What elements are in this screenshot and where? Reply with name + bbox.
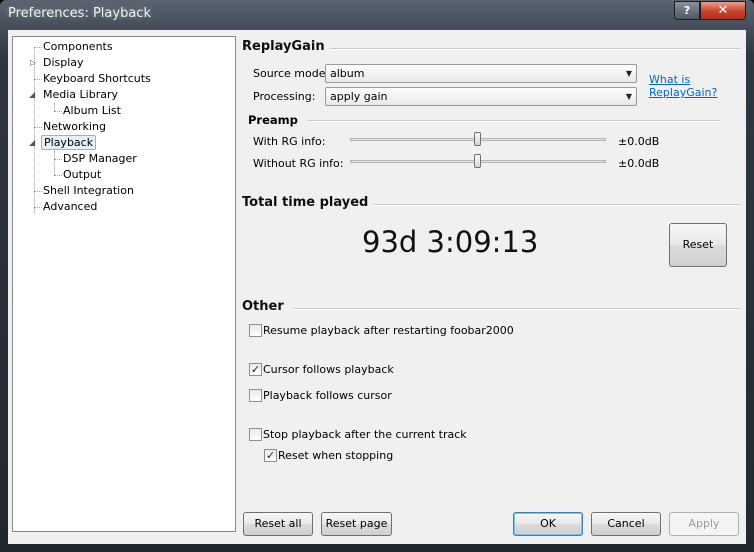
preferences-tree[interactable]: Components ▷ Display Keyboard Shortcuts …	[12, 36, 236, 532]
tree-item-shell-integration[interactable]: Shell Integration	[43, 183, 134, 199]
tree-guide-line	[34, 207, 42, 208]
title-bar[interactable]: Preferences: Playback ? ✕	[0, 0, 754, 30]
preamp-heading: Preamp	[248, 113, 298, 127]
resume-playback-checkbox[interactable]	[249, 324, 262, 337]
total-time-value: 93d 3:09:13	[362, 225, 539, 259]
cursor-follows-playback-label: Cursor follows playback	[263, 363, 394, 376]
reset-when-stopping-label: Reset when stopping	[278, 449, 394, 462]
tree-item-label: Keyboard Shortcuts	[43, 72, 151, 85]
tree-item-label: Networking	[43, 120, 106, 133]
tree-guide-line	[54, 175, 62, 176]
playback-follows-cursor-label: Playback follows cursor	[263, 389, 392, 402]
stop-after-current-checkbox[interactable]	[249, 428, 262, 441]
preferences-window: Preferences: Playback ? ✕ Components ▷ D…	[0, 0, 754, 552]
resume-playback-label: Resume playback after restarting foobar2…	[263, 324, 514, 337]
check-icon: ✓	[265, 449, 276, 462]
source-mode-label: Source mode:	[253, 67, 330, 80]
tree-item-label: Shell Integration	[43, 184, 134, 197]
close-icon: ✕	[717, 3, 729, 18]
help-button[interactable]: ?	[674, 1, 700, 20]
dialog-client-area: Components ▷ Display Keyboard Shortcuts …	[8, 30, 746, 544]
tree-guide-line	[34, 47, 42, 48]
tree-item-label: Output	[63, 168, 102, 181]
stop-after-current-label: Stop playback after the current track	[263, 428, 467, 441]
collapse-arrow-icon[interactable]: ◢	[29, 138, 35, 147]
tree-item-networking[interactable]: Networking	[43, 119, 106, 135]
source-mode-dropdown[interactable]: album ▼	[325, 64, 637, 83]
apply-button[interactable]: Apply	[669, 512, 739, 536]
tree-guide-line	[34, 127, 42, 128]
tree-guide-line	[34, 47, 35, 213]
tree-guide-line	[54, 159, 62, 160]
tree-item-playback[interactable]: Playback	[41, 135, 97, 151]
cancel-button[interactable]: Cancel	[591, 512, 661, 536]
chevron-down-icon: ▼	[625, 92, 632, 101]
with-rg-slider-thumb[interactable]	[474, 132, 481, 146]
total-time-heading: Total time played	[242, 195, 369, 210]
what-is-replaygain-link[interactable]: What is ReplayGain?	[649, 73, 717, 99]
tree-item-label: Playback	[41, 135, 97, 150]
reset-when-stopping-checkbox[interactable]: ✓	[264, 449, 277, 462]
tree-item-media-library[interactable]: Media Library	[43, 87, 118, 103]
section-divider	[308, 120, 720, 122]
reset-all-button[interactable]: Reset all	[243, 512, 313, 536]
without-rg-label: Without RG info:	[253, 157, 344, 170]
tree-guide-line	[34, 191, 42, 192]
with-rg-value: ±0.0dB	[618, 135, 660, 148]
tree-item-label: Display	[43, 56, 84, 69]
expand-arrow-icon[interactable]: ▷	[30, 58, 36, 67]
tree-item-label: Media Library	[43, 88, 118, 101]
ok-button[interactable]: OK	[513, 512, 583, 536]
tree-item-output[interactable]: Output	[63, 167, 101, 183]
tree-item-label: Album List	[63, 104, 121, 117]
tree-guide-line	[34, 79, 42, 80]
source-mode-value: album	[330, 67, 365, 80]
processing-label: Processing:	[253, 90, 316, 103]
tree-item-label: Advanced	[43, 200, 98, 213]
cursor-follows-playback-checkbox[interactable]: ✓	[249, 363, 262, 376]
chevron-down-icon: ▼	[625, 69, 632, 78]
playback-follows-cursor-checkbox[interactable]	[249, 389, 262, 402]
tree-guide-line	[54, 111, 62, 112]
tree-guide-line	[54, 151, 55, 175]
processing-value: apply gain	[330, 90, 388, 103]
reset-time-button[interactable]: Reset	[669, 223, 727, 267]
without-rg-value: ±0.0dB	[618, 157, 660, 170]
tree-item-label: Components	[43, 40, 113, 53]
other-heading: Other	[242, 299, 284, 314]
collapse-arrow-icon[interactable]: ◢	[29, 90, 35, 99]
tree-item-keyboard-shortcuts[interactable]: Keyboard Shortcuts	[43, 71, 151, 87]
tree-item-label: DSP Manager	[63, 152, 137, 165]
tree-item-display[interactable]: Display	[43, 55, 84, 71]
check-icon: ✓	[250, 363, 261, 376]
link-text-line: What is	[649, 73, 691, 86]
tree-guide-line	[54, 103, 55, 111]
section-divider	[374, 204, 740, 206]
close-button[interactable]: ✕	[700, 1, 746, 20]
reset-page-button[interactable]: Reset page	[321, 512, 392, 536]
without-rg-slider-thumb[interactable]	[474, 154, 481, 168]
window-title: Preferences: Playback	[8, 6, 151, 21]
with-rg-label: With RG info:	[253, 135, 326, 148]
tree-item-components[interactable]: Components	[43, 39, 113, 55]
link-text-line: ReplayGain?	[649, 86, 718, 99]
processing-dropdown[interactable]: apply gain ▼	[325, 87, 637, 106]
tree-item-advanced[interactable]: Advanced	[43, 199, 97, 215]
tree-item-dsp-manager[interactable]: DSP Manager	[63, 151, 137, 167]
replaygain-heading: ReplayGain	[242, 39, 325, 54]
section-divider	[330, 48, 740, 50]
tree-item-album-list[interactable]: Album List	[63, 103, 121, 119]
section-divider	[294, 308, 740, 310]
